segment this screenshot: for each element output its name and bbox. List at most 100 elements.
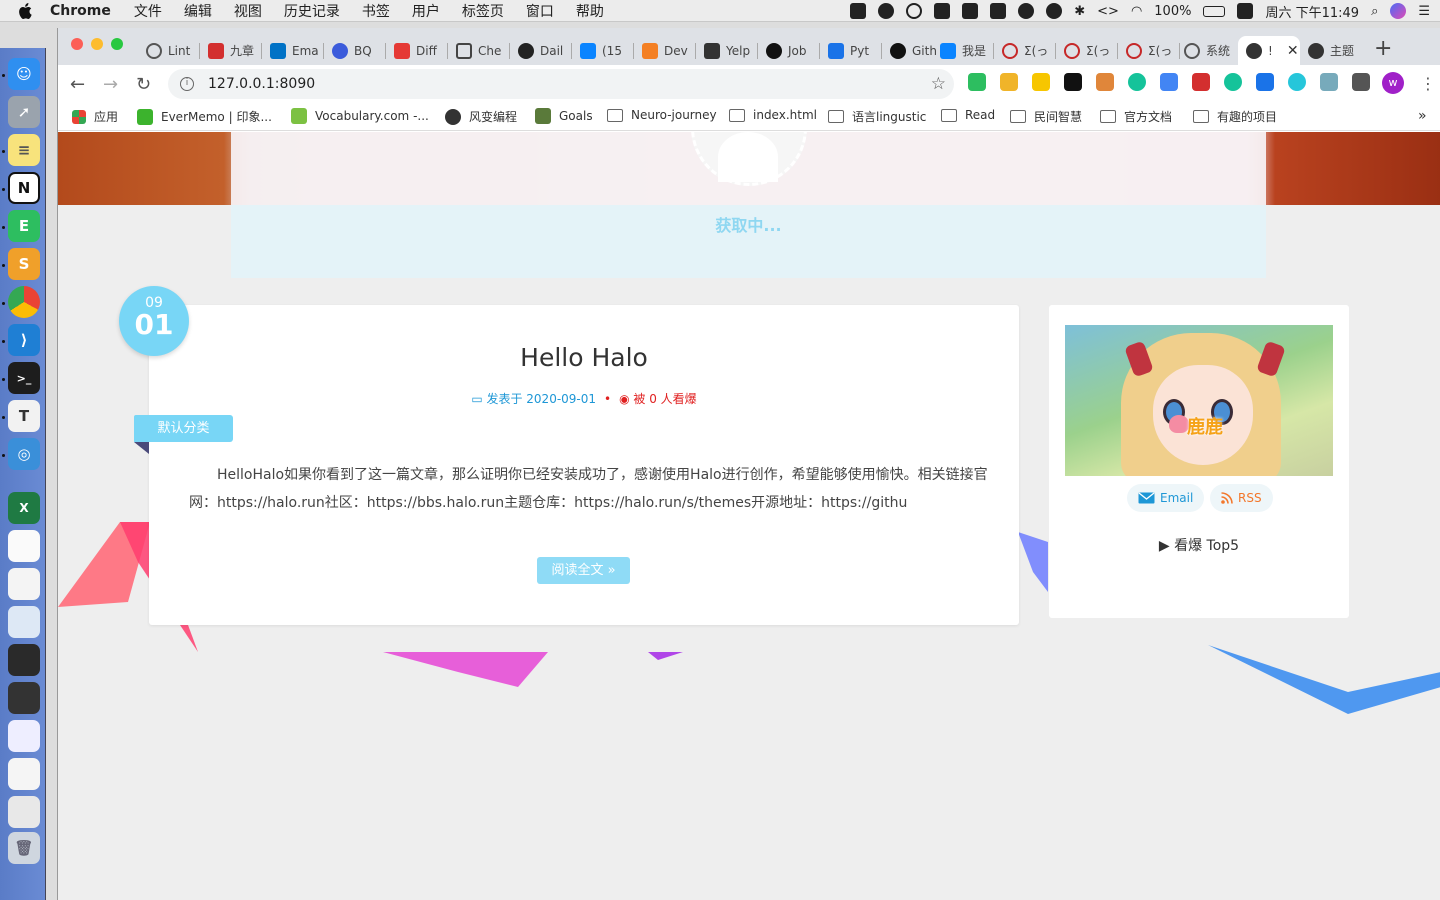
- input-method-icon[interactable]: [1237, 3, 1254, 19]
- tab-2[interactable]: 九章: [200, 36, 262, 65]
- forward-button[interactable]: →: [103, 74, 118, 95]
- window-thumb-1[interactable]: [8, 644, 40, 676]
- post-title[interactable]: Hello Halo: [149, 343, 1019, 372]
- menu-people[interactable]: 用户: [412, 1, 440, 21]
- status-icon-2[interactable]: [878, 3, 895, 19]
- top5-toggle[interactable]: ▶ 看爆 Top5: [1049, 535, 1349, 555]
- evernote-status-icon[interactable]: [934, 3, 951, 19]
- site-info-icon[interactable]: i: [180, 77, 194, 91]
- m-extension-icon[interactable]: [1032, 73, 1050, 91]
- window-thumb-3[interactable]: [8, 720, 40, 752]
- menu-tab[interactable]: 标签页: [462, 1, 504, 21]
- evernote-icon[interactable]: E: [8, 210, 40, 242]
- launchpad-icon[interactable]: ➚: [8, 96, 40, 128]
- network-icon[interactable]: ◎: [8, 438, 40, 470]
- minimize-window-button[interactable]: [91, 38, 103, 50]
- tab-15[interactable]: Σ(っ: [994, 36, 1056, 65]
- drive-extension-icon[interactable]: [1000, 73, 1018, 91]
- menu-view[interactable]: 视图: [234, 1, 262, 21]
- window-thumb-2[interactable]: [8, 682, 40, 714]
- window-thumb-5[interactable]: [8, 796, 40, 828]
- document-thumb-3[interactable]: [8, 606, 40, 638]
- tab-4[interactable]: BQ: [324, 36, 386, 65]
- bookmark-vocabulary[interactable]: Vocabulary.com -...: [291, 108, 429, 124]
- bookmark-folder-projects[interactable]: 有趣的项目: [1193, 108, 1277, 125]
- bookmark-evermemo[interactable]: EverMemo | 印象...: [137, 108, 272, 125]
- bluetooth-icon[interactable]: ✱: [1074, 4, 1085, 19]
- close-tab-icon[interactable]: ✕: [1287, 43, 1299, 59]
- notes-icon[interactable]: ≡: [8, 134, 40, 166]
- typora-icon[interactable]: T: [8, 400, 40, 432]
- menu-bookmarks[interactable]: 书签: [362, 1, 390, 21]
- react-extension-icon[interactable]: [1288, 73, 1306, 91]
- status-icon-5[interactable]: [962, 3, 979, 19]
- tab-10[interactable]: Yelp: [696, 36, 758, 65]
- code-status-icon[interactable]: <>: [1097, 4, 1119, 19]
- tab-14[interactable]: 我是: [932, 36, 994, 65]
- notification-center-icon[interactable]: ☰: [1418, 4, 1430, 19]
- tab-1[interactable]: Lint: [138, 36, 200, 65]
- new-tab-button[interactable]: +: [1374, 36, 1392, 61]
- tab-18[interactable]: 系统: [1176, 36, 1238, 65]
- excel-icon[interactable]: X: [8, 492, 40, 524]
- puzzle-extensions-icon[interactable]: [1352, 73, 1370, 91]
- bookmarks-overflow-button[interactable]: »: [1418, 108, 1427, 124]
- profile-avatar[interactable]: w: [1382, 72, 1404, 94]
- clock[interactable]: 周六 下午11:49: [1265, 2, 1359, 21]
- document-thumb-2[interactable]: [8, 568, 40, 600]
- window-thumb-4[interactable]: [8, 758, 40, 790]
- tab-17[interactable]: Σ(っ: [1118, 36, 1180, 65]
- bookmark-folder-read[interactable]: Read: [941, 108, 995, 122]
- cast-extension-icon[interactable]: [1096, 73, 1114, 91]
- terminal-icon[interactable]: >_: [8, 362, 40, 394]
- bookmark-star-icon[interactable]: ☆: [931, 74, 946, 94]
- cat-status-icon[interactable]: [990, 3, 1007, 19]
- bird-extension-icon[interactable]: [1320, 73, 1338, 91]
- chrome-menu-icon[interactable]: ⋮: [1420, 74, 1436, 93]
- menu-edit[interactable]: 编辑: [184, 1, 212, 21]
- bookmark-apps[interactable]: 应用: [72, 108, 118, 125]
- notion-icon[interactable]: N: [8, 172, 40, 204]
- reload-button[interactable]: ↻: [136, 74, 151, 95]
- chrome-dock-icon[interactable]: [8, 286, 40, 318]
- back-button[interactable]: ←: [70, 74, 85, 95]
- docker-status-icon[interactable]: [850, 3, 867, 19]
- translate-extension-icon[interactable]: [1160, 73, 1178, 91]
- app-name-menu[interactable]: Chrome: [50, 3, 111, 19]
- menu-file[interactable]: 文件: [134, 1, 162, 21]
- read-more-button[interactable]: 阅读全文 »: [537, 557, 630, 584]
- sublime-icon[interactable]: S: [8, 248, 40, 280]
- apple-menu-icon[interactable]: [14, 0, 36, 22]
- status-icon-3[interactable]: [906, 3, 923, 19]
- spotlight-search-icon[interactable]: ⌕: [1371, 4, 1378, 19]
- tab-16[interactable]: Σ(っ: [1056, 36, 1118, 65]
- tab-9[interactable]: Dev: [634, 36, 696, 65]
- grammarly-2-extension-icon[interactable]: [1224, 73, 1242, 91]
- close-window-button[interactable]: [71, 38, 83, 50]
- tab-active[interactable]: ! ✕: [1238, 36, 1300, 65]
- menu-history[interactable]: 历史记录: [284, 1, 340, 21]
- notion-extension-icon[interactable]: [1064, 73, 1082, 91]
- menu-window[interactable]: 窗口: [526, 1, 554, 21]
- tab-5[interactable]: Diff: [386, 36, 448, 65]
- tab-6[interactable]: Che: [448, 36, 510, 65]
- tab-8[interactable]: (15: [572, 36, 634, 65]
- siri-icon[interactable]: [1390, 3, 1407, 19]
- evernote-extension-icon[interactable]: [968, 73, 986, 91]
- grammarly-extension-icon[interactable]: [1128, 73, 1146, 91]
- battery-icon[interactable]: [1203, 5, 1226, 17]
- bookmark-folder-wisdom[interactable]: 民间智慧: [1010, 108, 1082, 125]
- bookmark-folder-docs[interactable]: 官方文档: [1100, 108, 1172, 125]
- category-tag[interactable]: 默认分类: [134, 415, 233, 442]
- email-button[interactable]: Email: [1127, 484, 1205, 512]
- vscode-icon[interactable]: ⟩: [8, 324, 40, 356]
- tab-20[interactable]: 主题: [1300, 36, 1364, 65]
- tab-12[interactable]: Pyt: [820, 36, 882, 65]
- bookmark-folder-index[interactable]: index.html: [729, 108, 817, 122]
- shield-extension-icon[interactable]: [1256, 73, 1274, 91]
- wifi-icon[interactable]: ◠: [1131, 4, 1142, 19]
- bookmark-goals[interactable]: Goals: [535, 108, 593, 124]
- bookmark-fengbian[interactable]: 风变编程: [445, 108, 517, 125]
- tab-11[interactable]: Job: [758, 36, 820, 65]
- bookmark-folder-linguistic[interactable]: 语言lingustic: [828, 108, 926, 125]
